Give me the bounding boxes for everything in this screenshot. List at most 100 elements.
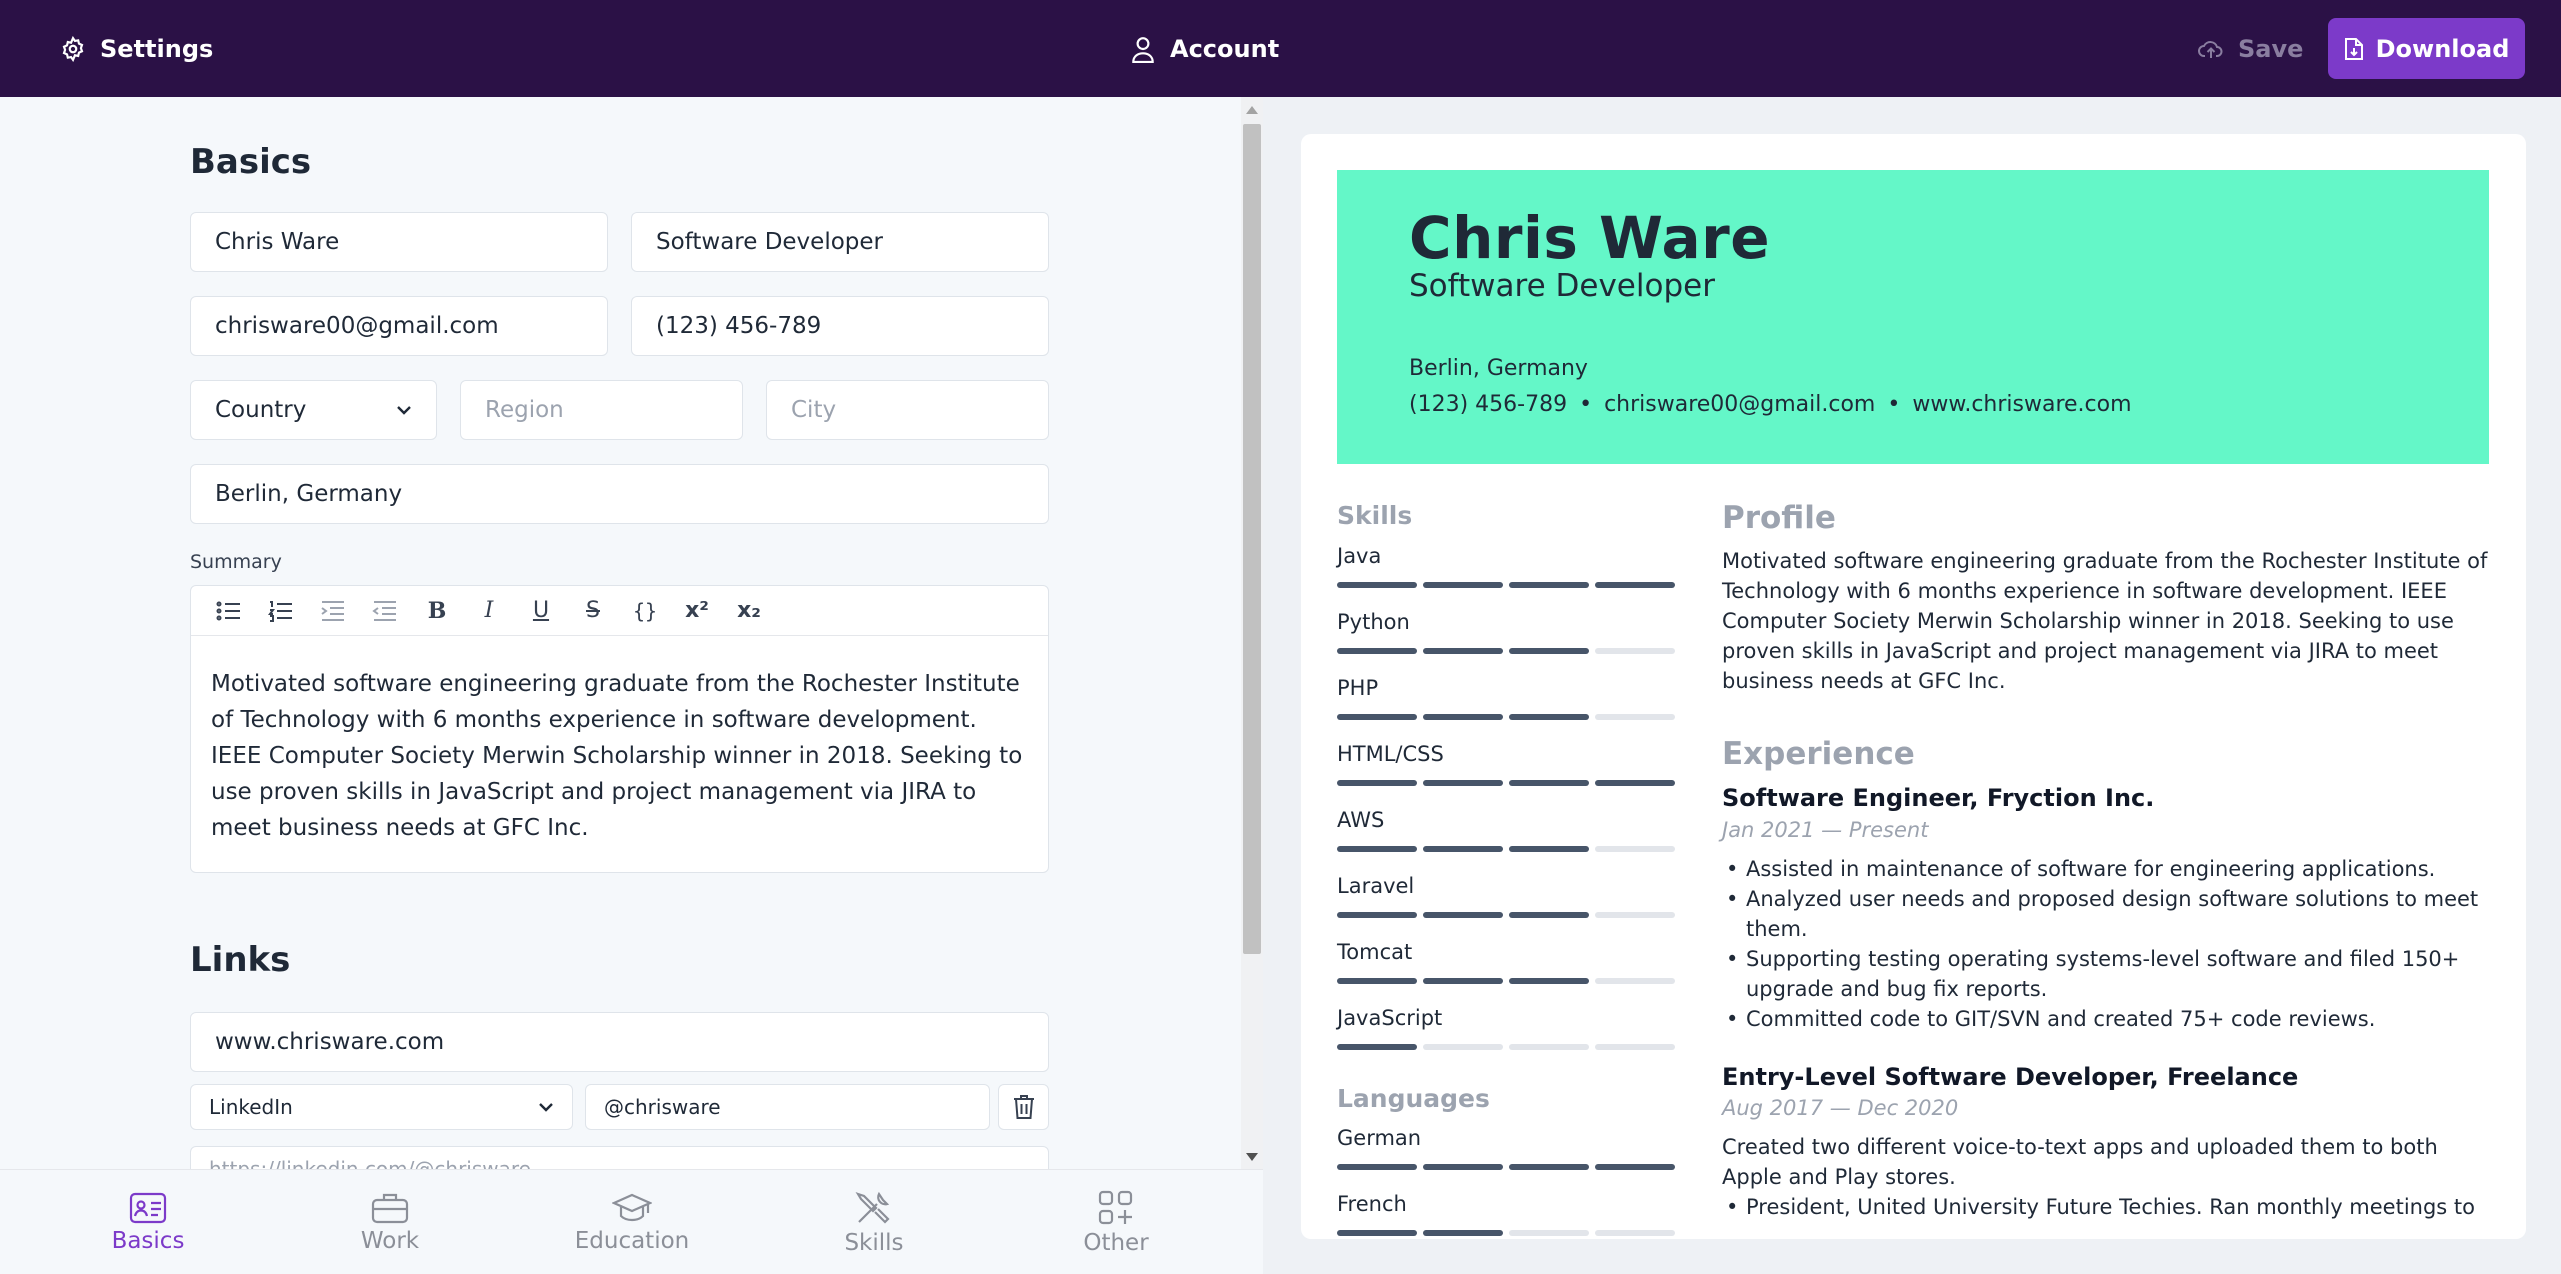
bold-icon[interactable]: B [415,591,459,631]
experience-title: Experience [1722,736,1915,772]
level-segment [1337,1164,1417,1170]
links-section-title: Links [190,940,291,980]
skill-name: JavaScript [1337,1006,1443,1030]
scroll-up-arrow[interactable] [1246,106,1258,114]
skill-level-bars [1337,648,1675,654]
country-select[interactable]: Country [190,380,437,440]
account-button[interactable]: Account [1130,0,1279,97]
city-input[interactable]: City [766,380,1049,440]
scroll-down-arrow[interactable] [1246,1153,1258,1161]
summary-text[interactable]: Motivated software engineering graduate … [191,636,1048,872]
level-segment [1337,912,1417,918]
level-segment [1595,582,1675,588]
skill-level-bars [1337,846,1675,852]
level-segment [1509,714,1589,720]
level-segment [1337,648,1417,654]
job-summary: Created two different voice-to-text apps… [1722,1135,2438,1189]
skill-name: Python [1337,610,1410,634]
indent-button[interactable] [311,591,355,631]
cloud-upload-icon [2198,40,2223,58]
tab-work-label: Work [360,1227,420,1254]
save-label: Save [2238,34,2304,63]
job-bullet: Assisted in maintenance of software for … [1722,854,2492,884]
level-segment [1337,846,1417,852]
skill-level-bars [1337,714,1675,720]
tab-other[interactable]: Other [995,1170,1237,1274]
account-label: Account [1170,34,1280,63]
summary-label: Summary [190,551,282,573]
username-input[interactable]: @chrisware [585,1084,990,1130]
job-bullet: Supporting testing operating systems-lev… [1722,944,2492,1004]
phone-input[interactable]: (123) 456-789 [631,296,1049,356]
strikethrough-icon[interactable]: S [571,591,615,631]
resume-phone: (123) 456-789 [1409,392,1568,417]
download-button[interactable]: Download [2328,18,2525,79]
level-segment [1337,1044,1417,1050]
job-title: Entry-Level Software Developer, Freelanc… [1722,1063,2299,1091]
settings-button[interactable]: Settings [60,0,213,97]
name-input[interactable]: Chris Ware [190,212,608,272]
scroll-thumb[interactable] [1243,124,1261,954]
job-title: Software Engineer, Fryction Inc. [1722,784,2155,812]
level-segment [1595,1044,1675,1050]
level-segment [1337,714,1417,720]
skill-name: Tomcat [1337,940,1413,964]
skill-level-bars [1337,1164,1675,1170]
resume-name: Chris Ware [1409,204,1771,272]
code-icon[interactable]: {} [623,591,667,631]
skill-row: Java [1337,544,1675,588]
grid-plus-icon [1098,1190,1133,1224]
level-segment [1337,582,1417,588]
region-input[interactable]: Region [460,380,743,440]
bullet-list-button[interactable] [207,591,251,631]
email-input[interactable]: chrisware00@gmail.com [190,296,608,356]
level-segment [1423,846,1503,852]
profile-url-input[interactable]: https://linkedin.com/@chrisware [190,1146,1049,1169]
editor-scrollbar[interactable] [1241,97,1263,1169]
file-download-icon [2344,37,2363,60]
tab-skills-label: Skills [844,1229,904,1256]
network-select[interactable]: LinkedIn [190,1084,573,1130]
skill-row: French [1337,1192,1675,1236]
underline-icon[interactable]: U [519,591,563,631]
skill-level-bars [1337,912,1675,918]
ordered-list-button[interactable] [259,591,303,631]
subscript-icon[interactable]: x₂ [727,591,771,631]
skill-level-bars [1337,1230,1675,1236]
skill-row: HTML/CSS [1337,742,1675,786]
briefcase-icon [371,1193,409,1223]
ordered-list-icon [268,600,292,622]
level-segment [1509,582,1589,588]
skills-title: Skills [1337,501,1413,530]
level-segment [1509,648,1589,654]
graduation-cap-icon [612,1193,652,1221]
level-segment [1337,978,1417,984]
tab-work[interactable]: Work [269,1170,511,1274]
network-select-value: LinkedIn [209,1095,293,1119]
outdent-button[interactable] [363,591,407,631]
skill-level-bars [1337,780,1675,786]
superscript-icon[interactable]: x² [675,591,719,631]
level-segment [1337,1230,1417,1236]
skill-name: Java [1337,544,1382,568]
location-input[interactable]: Berlin, Germany [190,464,1049,524]
level-segment [1509,912,1589,918]
skill-name: French [1337,1192,1407,1216]
resume-role: Software Developer [1409,268,1715,304]
tab-education[interactable]: Education [511,1170,753,1274]
editor-toolbar: B I U S {} x² x₂ [191,586,1048,636]
bullet-list-icon [216,601,240,620]
website-input[interactable]: www.chrisware.com [190,1012,1049,1072]
tools-icon [855,1191,890,1224]
tab-basics[interactable]: Basics [27,1170,269,1274]
italic-icon[interactable]: I [467,591,511,631]
save-button[interactable]: Save [2198,0,2303,97]
resume-header: Chris Ware Software Developer Berlin, Ge… [1337,170,2489,464]
trash-icon [1013,1095,1034,1119]
tab-skills[interactable]: Skills [753,1170,995,1274]
delete-profile-button[interactable] [998,1084,1049,1130]
profile-title: Profile [1722,500,1836,536]
title-input[interactable]: Software Developer [631,212,1049,272]
summary-editor: B I U S {} x² x₂ Motivated software engi… [190,585,1049,873]
level-segment [1423,1164,1503,1170]
